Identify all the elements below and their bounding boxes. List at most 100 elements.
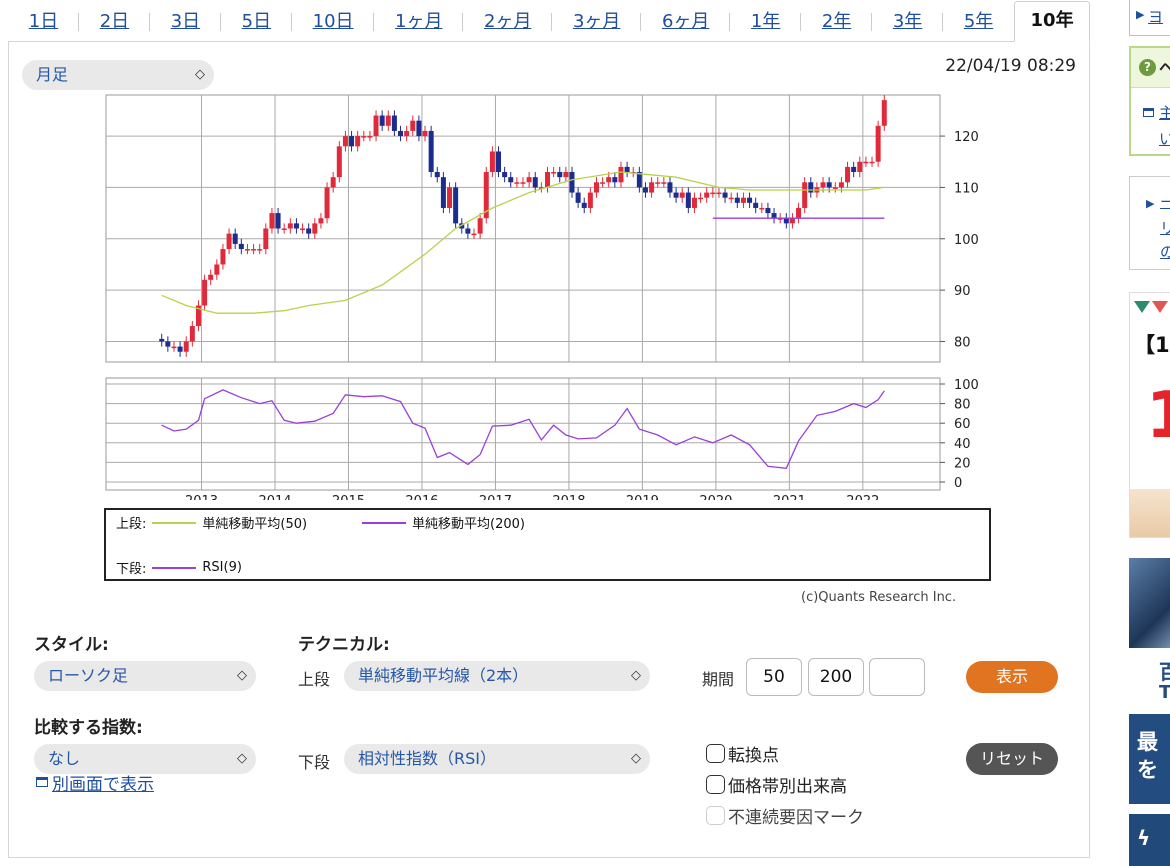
candle-body xyxy=(306,228,312,234)
legend-rsi-line xyxy=(152,566,197,569)
candle-body xyxy=(881,100,887,126)
candle-body xyxy=(471,233,477,236)
sidebar-help-box: ? ヘ 主 い xyxy=(1129,46,1170,156)
candle-body xyxy=(428,130,434,173)
reset-button[interactable]: リセット xyxy=(966,743,1058,775)
candle-body xyxy=(698,197,704,200)
sidebar-link-2b[interactable]: い xyxy=(1159,128,1170,149)
candle-body xyxy=(342,136,348,147)
candle-body xyxy=(667,182,673,193)
bunting-flag-icon xyxy=(1134,301,1150,313)
ad-2-photo xyxy=(1129,558,1170,648)
candle-body xyxy=(349,136,355,147)
legend-rsi-text: RSI(9) xyxy=(202,560,242,575)
style-select[interactable]: ローソク足 ◇ xyxy=(34,661,256,691)
x-tick-label: 2019 xyxy=(626,494,659,500)
candle-body xyxy=(563,172,569,178)
checkbox-box[interactable] xyxy=(706,744,725,763)
candle-body xyxy=(612,177,618,183)
candle-body xyxy=(453,187,459,224)
candle-body xyxy=(385,115,391,126)
sidebar-link-3c[interactable]: の xyxy=(1160,241,1170,262)
main-y-tick-label: 100 xyxy=(954,233,979,248)
candle-body xyxy=(716,192,722,195)
open-new-window-link[interactable]: 別画面で表示 xyxy=(36,770,154,795)
candle-body xyxy=(783,218,789,224)
candle-body xyxy=(808,182,814,193)
candle-body xyxy=(159,338,165,342)
period-input-3[interactable] xyxy=(869,658,925,696)
x-tick-label: 2017 xyxy=(479,494,512,500)
candle-body xyxy=(379,115,385,126)
candle-body xyxy=(398,130,404,137)
candle-body xyxy=(502,172,508,178)
period-input-2[interactable]: 200 xyxy=(808,658,864,696)
new-window-icon xyxy=(36,776,48,787)
sidebar-ad-2[interactable]: 百 T 最 を xyxy=(1129,558,1170,804)
x-tick-label: 2018 xyxy=(552,494,585,500)
sidebar-link-3[interactable]: ー xyxy=(1160,191,1170,212)
select-arrows-icon: ◇ xyxy=(631,668,641,683)
candle-body xyxy=(673,192,679,198)
x-tick-label: 2020 xyxy=(699,494,732,500)
rsi-y-tick-label: 60 xyxy=(954,417,971,432)
candle-body xyxy=(287,223,293,229)
compare-value: なし xyxy=(48,749,81,768)
x-tick-label: 2016 xyxy=(405,494,438,500)
candle-body xyxy=(514,182,520,184)
lower-technical-select[interactable]: 相対性指数（RSI） ◇ xyxy=(344,744,650,774)
upper-technical-value: 単純移動平均線（2本） xyxy=(358,666,529,685)
candle-body xyxy=(440,177,446,208)
candle-body xyxy=(618,166,624,183)
candle-body xyxy=(722,192,728,198)
legend-sma50-text: 単純移動平均(50) xyxy=(202,517,308,532)
help-icon: ? xyxy=(1139,59,1156,76)
candle-body xyxy=(661,182,667,184)
new-window-text: 別画面で表示 xyxy=(52,775,154,795)
candle-body xyxy=(771,213,777,219)
candle-body xyxy=(851,166,857,173)
period-input-1[interactable]: 50 xyxy=(746,658,802,696)
upper-technical-select[interactable]: 単純移動平均線（2本） ◇ xyxy=(344,661,650,691)
candle-body xyxy=(300,228,306,230)
sidebar-link-box-1[interactable]: ▶ ヨ xyxy=(1129,0,1170,36)
candle-body xyxy=(489,151,495,173)
candle-body xyxy=(183,341,189,352)
candle-body xyxy=(845,166,851,183)
candle-body xyxy=(275,213,281,229)
candle-body xyxy=(269,213,275,229)
candle-body xyxy=(336,146,342,178)
candle-body xyxy=(189,326,195,342)
ad-2-text-2: を xyxy=(1137,758,1158,782)
candle-body xyxy=(753,202,759,208)
turning-point-label: 転換点 xyxy=(728,746,779,766)
candle-body xyxy=(165,341,171,347)
candle-body xyxy=(391,115,397,131)
candle-body xyxy=(171,346,177,349)
discontinuity-mark-checkbox: 不連続要因マーク xyxy=(706,803,864,828)
candle-body xyxy=(330,177,336,188)
candle-body xyxy=(318,218,324,224)
checkbox-box[interactable] xyxy=(706,775,725,794)
sidebar-link-3b[interactable]: リ xyxy=(1160,217,1170,238)
candle-body xyxy=(679,192,685,198)
ad-1-number: 1 xyxy=(1146,379,1170,453)
ad-2-text-1: 最 xyxy=(1137,730,1158,754)
sidebar-link-1[interactable]: ヨ xyxy=(1148,6,1163,27)
candle-body xyxy=(857,161,863,173)
candle-body xyxy=(710,192,716,195)
turning-point-checkbox[interactable]: 転換点 xyxy=(706,741,779,766)
sidebar-ad-3[interactable]: ϟ xyxy=(1129,814,1170,866)
candle-body xyxy=(244,249,250,251)
checkbox-box xyxy=(706,806,725,825)
bunting-flag-icon xyxy=(1152,301,1168,313)
candle-body xyxy=(863,161,869,164)
volume-by-price-checkbox[interactable]: 価格帯別出来高 xyxy=(706,772,847,797)
sidebar-ad-1[interactable]: 【1 1 xyxy=(1129,292,1170,538)
candle-body xyxy=(655,182,661,184)
sidebar-link-2[interactable]: 主 xyxy=(1159,102,1170,123)
candle-body xyxy=(606,177,612,183)
arrow-right-icon: ▶ xyxy=(1136,8,1145,21)
show-button[interactable]: 表示 xyxy=(966,661,1058,693)
ad-1-heading: 【1 xyxy=(1134,333,1170,357)
